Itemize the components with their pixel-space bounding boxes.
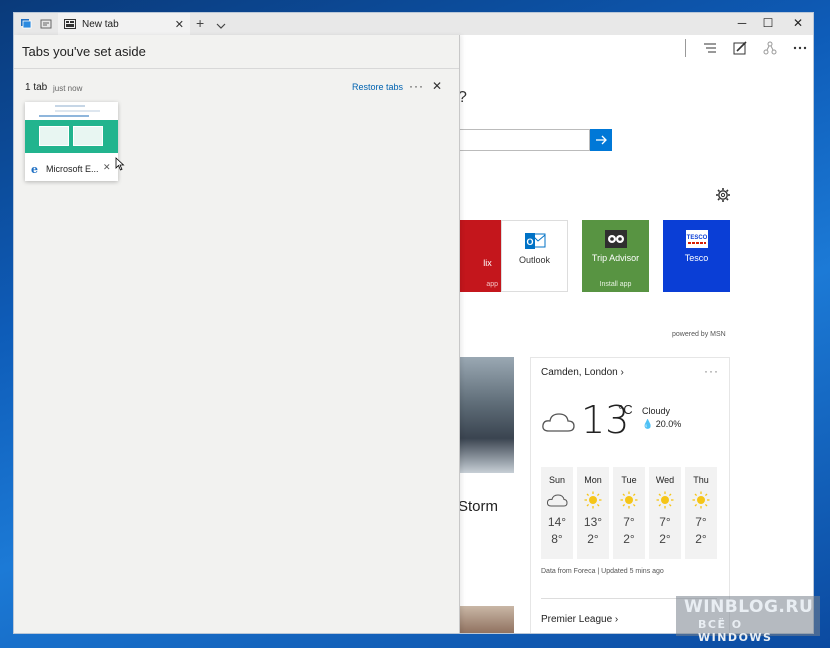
more-actions-button[interactable] bbox=[790, 39, 810, 57]
cloud-icon bbox=[541, 410, 575, 439]
tesco-logo: TESCO bbox=[685, 230, 708, 248]
sun-icon bbox=[692, 491, 710, 509]
restore-tabs-link[interactable]: Restore tabs bbox=[352, 82, 403, 92]
outlook-icon: O bbox=[524, 233, 545, 249]
share-icon bbox=[763, 41, 777, 55]
sun-icon bbox=[620, 491, 638, 509]
group-close-button[interactable]: ✕ bbox=[432, 79, 442, 93]
search-submit-button[interactable] bbox=[590, 129, 612, 151]
tab-close-button[interactable]: ✕ bbox=[175, 18, 184, 31]
forecast-day[interactable]: Tue 7° 2° bbox=[613, 467, 645, 559]
tile-trip-advisor[interactable]: Trip Advisor Install app bbox=[582, 220, 649, 292]
gear-icon bbox=[716, 188, 730, 202]
weather-source: Data from Foreca | Updated 5 mins ago bbox=[541, 568, 664, 575]
tile-sub: app bbox=[486, 281, 498, 288]
news-title[interactable]: Storm bbox=[458, 498, 498, 515]
divider bbox=[14, 68, 459, 69]
forecast-days: Sun 14° 8° Mon 13° 2° Tue 7° 2° Wed 7° 2… bbox=[541, 467, 717, 559]
tile-sub: Install app bbox=[599, 281, 632, 288]
panel-title: Tabs you've set aside bbox=[22, 44, 146, 59]
browser-window: New tab ✕ + ─ ☐ ✕ ? lix app O Outlook Tr… bbox=[13, 12, 814, 634]
forecast-day[interactable]: Mon 13° 2° bbox=[577, 467, 609, 559]
hub-icon bbox=[704, 43, 716, 53]
tab-card-title: Microsoft E... bbox=[46, 164, 99, 174]
close-window-button[interactable]: ✕ bbox=[790, 16, 806, 30]
tab-new-tab[interactable]: New tab ✕ bbox=[58, 13, 190, 35]
toolbar-separator bbox=[685, 39, 686, 57]
web-note-button[interactable] bbox=[730, 39, 750, 57]
sun-icon bbox=[584, 491, 602, 509]
weather-condition: Cloudy bbox=[642, 406, 671, 416]
svg-text:O: O bbox=[526, 237, 533, 247]
more-icon bbox=[793, 46, 807, 50]
tab-thumbnail bbox=[25, 102, 118, 155]
svg-text:TESCO: TESCO bbox=[686, 235, 707, 241]
arrow-right-icon bbox=[596, 135, 607, 145]
show-tab-previews-icon[interactable] bbox=[38, 16, 54, 32]
remove-tab-button[interactable]: ✕ bbox=[103, 162, 111, 173]
set-aside-tab-card[interactable]: e Microsoft E... ✕ bbox=[25, 102, 125, 181]
tab-list-dropdown[interactable] bbox=[216, 17, 226, 35]
owl-icon bbox=[604, 230, 627, 248]
news-image[interactable] bbox=[458, 357, 514, 473]
search-input[interactable] bbox=[458, 129, 590, 151]
tile-label: Outlook bbox=[518, 255, 551, 265]
forecast-day[interactable]: Sun 14° 8° bbox=[541, 467, 573, 559]
sun-icon bbox=[656, 491, 674, 509]
premier-league-link[interactable]: Premier League › bbox=[541, 614, 618, 625]
weather-more-button[interactable]: ··· bbox=[704, 364, 719, 378]
customize-button[interactable] bbox=[715, 187, 731, 208]
tabs-set-aside-panel: Tabs you've set aside 1 tab just now Res… bbox=[14, 35, 460, 633]
tile-label: Tesco bbox=[684, 253, 709, 263]
watermark-sub: ВСЁ О WINDOWS bbox=[698, 618, 773, 644]
raindrop-icon: 💧 bbox=[642, 419, 654, 429]
tab-group-count: 1 tab bbox=[25, 82, 48, 93]
share-button[interactable] bbox=[760, 39, 780, 57]
weather-location[interactable]: Camden, London › bbox=[541, 367, 624, 378]
forecast-day[interactable]: Wed 7° 2° bbox=[649, 467, 681, 559]
temperature-unit[interactable]: °C bbox=[618, 402, 633, 417]
tab-title: New tab bbox=[82, 18, 119, 30]
tile-label: Trip Advisor bbox=[591, 253, 640, 263]
weather-card[interactable]: Camden, London › ··· 13 °C Cloudy 💧 20.0… bbox=[530, 357, 730, 633]
set-aside-tabs-icon[interactable] bbox=[18, 16, 34, 32]
title-bar: New tab ✕ + ─ ☐ ✕ bbox=[14, 13, 813, 35]
tile-tesco[interactable]: TESCO Tesco bbox=[663, 220, 730, 292]
new-tab-button[interactable]: + bbox=[196, 15, 204, 31]
pen-icon bbox=[733, 41, 747, 55]
tab-page-icon bbox=[64, 19, 76, 29]
chevron-down-icon bbox=[216, 23, 226, 29]
group-more-button[interactable]: ··· bbox=[409, 79, 424, 93]
forecast-day[interactable]: Thu 7° 2° bbox=[685, 467, 717, 559]
hub-button[interactable] bbox=[700, 39, 720, 57]
minimize-button[interactable]: ─ bbox=[734, 16, 750, 30]
maximize-button[interactable]: ☐ bbox=[760, 16, 776, 30]
mouse-cursor-icon bbox=[115, 157, 125, 171]
tile-outlook[interactable]: O Outlook bbox=[501, 220, 568, 292]
news-image-2[interactable] bbox=[458, 606, 514, 633]
edge-icon: e bbox=[31, 163, 38, 176]
watermark-main: WINBLOG.RU bbox=[684, 597, 814, 617]
browser-toolbar bbox=[460, 35, 813, 61]
precipitation: 💧 20.0% bbox=[642, 419, 682, 429]
tab-group-time: just now bbox=[53, 84, 83, 93]
powered-by: powered by MSN bbox=[672, 331, 726, 338]
watermark: WINBLOG.RU ВСЁ О WINDOWS bbox=[676, 596, 820, 644]
tile-label: lix bbox=[483, 258, 492, 268]
cloud-icon bbox=[546, 494, 568, 507]
